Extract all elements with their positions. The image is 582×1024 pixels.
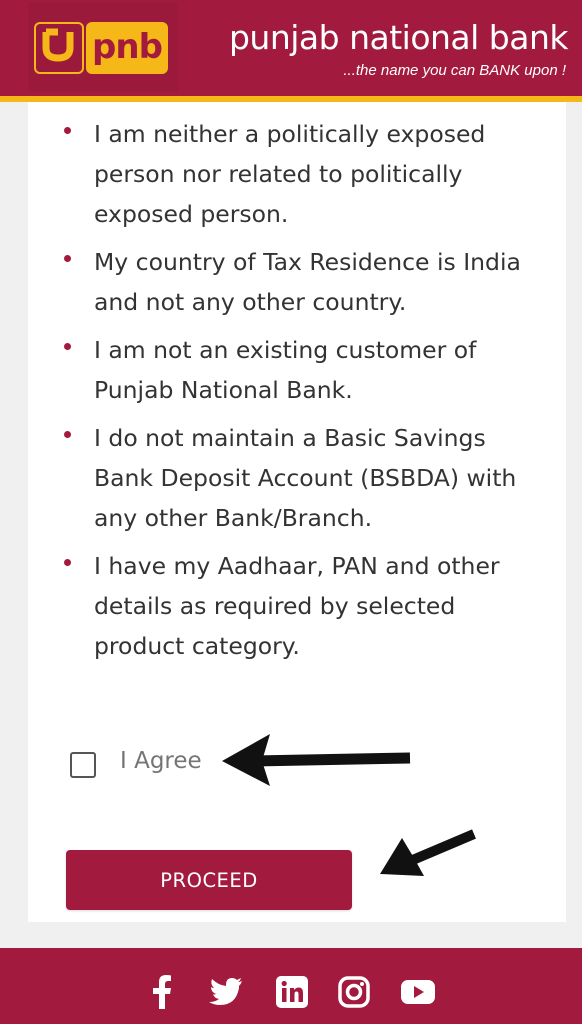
eligibility-list: I am neither a politically exposed perso… — [64, 114, 544, 674]
condition-text: I have my Aadhaar, PAN and other details… — [94, 552, 500, 660]
condition-text: My country of Tax Residence is India and… — [94, 248, 521, 316]
arrow-left-icon — [222, 734, 411, 786]
bullet-icon — [64, 559, 71, 566]
proceed-button[interactable]: PROCEED — [66, 850, 352, 910]
list-item: I have my Aadhaar, PAN and other details… — [64, 546, 544, 666]
pnb-logo-symbol-icon — [34, 22, 84, 74]
list-item: I am neither a politically exposed perso… — [64, 114, 544, 234]
condition-text: I am not an existing customer of Punjab … — [94, 336, 477, 404]
bank-name: punjab national bank — [228, 18, 569, 57]
twitter-icon[interactable] — [208, 974, 244, 1010]
pnb-logo-text: pnb — [86, 22, 168, 74]
footer — [0, 948, 582, 1024]
instagram-icon[interactable] — [336, 974, 372, 1010]
agree-checkbox[interactable] — [70, 752, 96, 778]
bullet-icon — [64, 343, 71, 350]
tagline: ...the name you can BANK upon ! — [343, 62, 566, 79]
list-item: I do not maintain a Basic Savings Bank D… — [64, 418, 544, 538]
condition-text: I am neither a politically exposed perso… — [94, 120, 486, 228]
linkedin-icon[interactable] — [274, 974, 310, 1010]
youtube-icon[interactable] — [400, 974, 436, 1010]
bullet-icon — [64, 431, 71, 438]
condition-text: I do not maintain a Basic Savings Bank D… — [94, 424, 517, 532]
bullet-icon — [64, 255, 71, 262]
agree-label[interactable]: I Agree — [120, 748, 202, 774]
app-header: pnb punjab national bank ...the name you… — [0, 0, 582, 102]
eligibility-card: I am neither a politically exposed perso… — [28, 102, 566, 922]
arrow-pointer-icon — [380, 829, 476, 876]
bullet-icon — [64, 127, 71, 134]
list-item: I am not an existing customer of Punjab … — [64, 330, 544, 410]
facebook-icon[interactable] — [144, 974, 180, 1010]
list-item: My country of Tax Residence is India and… — [64, 242, 544, 322]
